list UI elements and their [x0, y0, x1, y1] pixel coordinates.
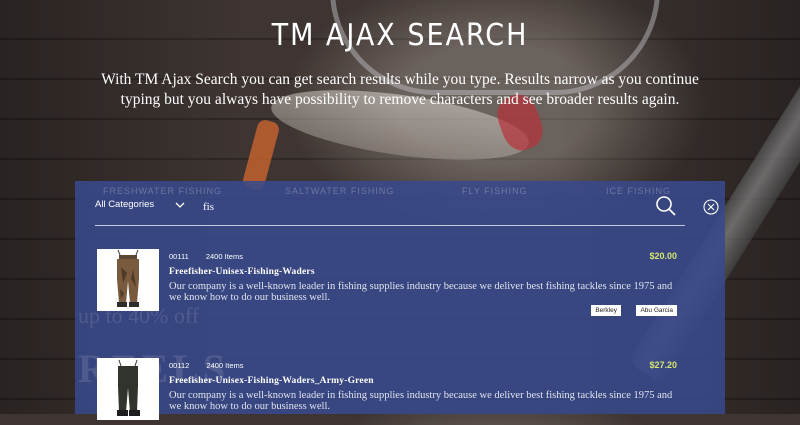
product-price: $20.00 — [649, 251, 677, 261]
search-bar: All Categories — [95, 195, 685, 226]
background-nav-item: FLY FISHING — [462, 186, 528, 196]
search-result-item[interactable]: 00112 2400 Items Freefisher-Unisex-Fishi… — [97, 358, 687, 420]
page-description: With TM Ajax Search you can get search r… — [101, 71, 699, 108]
brand-tag-abu-garcia[interactable]: Abu Garcia — [636, 305, 677, 316]
product-name-link[interactable]: Freefisher-Unisex-Fishing-Waders_Army-Gr… — [169, 376, 374, 386]
close-icon[interactable] — [703, 199, 719, 215]
chevron-down-icon[interactable] — [173, 199, 187, 211]
waders-green-icon — [117, 359, 140, 416]
product-description: Our company is a well-known leader in fi… — [169, 281, 673, 303]
background-nav-item: SALTWATER FISHING — [285, 186, 395, 196]
product-stock-count: 2400 Items — [206, 361, 244, 370]
product-price: $27.20 — [649, 360, 677, 370]
result-meta: 00112 2400 Items — [169, 361, 244, 370]
product-description: Our company is a well-known leader in fi… — [169, 390, 673, 412]
background-nav-item: FRESHWATER FISHING — [103, 186, 222, 196]
brand-tag-berkley[interactable]: Berkley — [591, 305, 621, 316]
search-icon[interactable] — [655, 195, 677, 217]
product-name-link[interactable]: Freefisher-Unisex-Fishing-Waders — [169, 267, 315, 277]
product-sku: 00111 — [169, 252, 189, 261]
waders-brown-icon — [117, 249, 139, 307]
search-result-item[interactable]: 00111 2400 Items Freefisher-Unisex-Fishi… — [97, 249, 687, 321]
product-image[interactable] — [97, 358, 159, 420]
product-image[interactable] — [97, 249, 159, 311]
search-input[interactable] — [201, 197, 625, 217]
product-sku: 00112 — [169, 361, 190, 370]
page-title: TM AJAX SEARCH — [271, 18, 529, 53]
category-select[interactable]: All Categories — [95, 199, 154, 210]
product-stock-count: 2400 Items — [205, 252, 243, 261]
result-meta: 00111 2400 Items — [169, 252, 243, 261]
